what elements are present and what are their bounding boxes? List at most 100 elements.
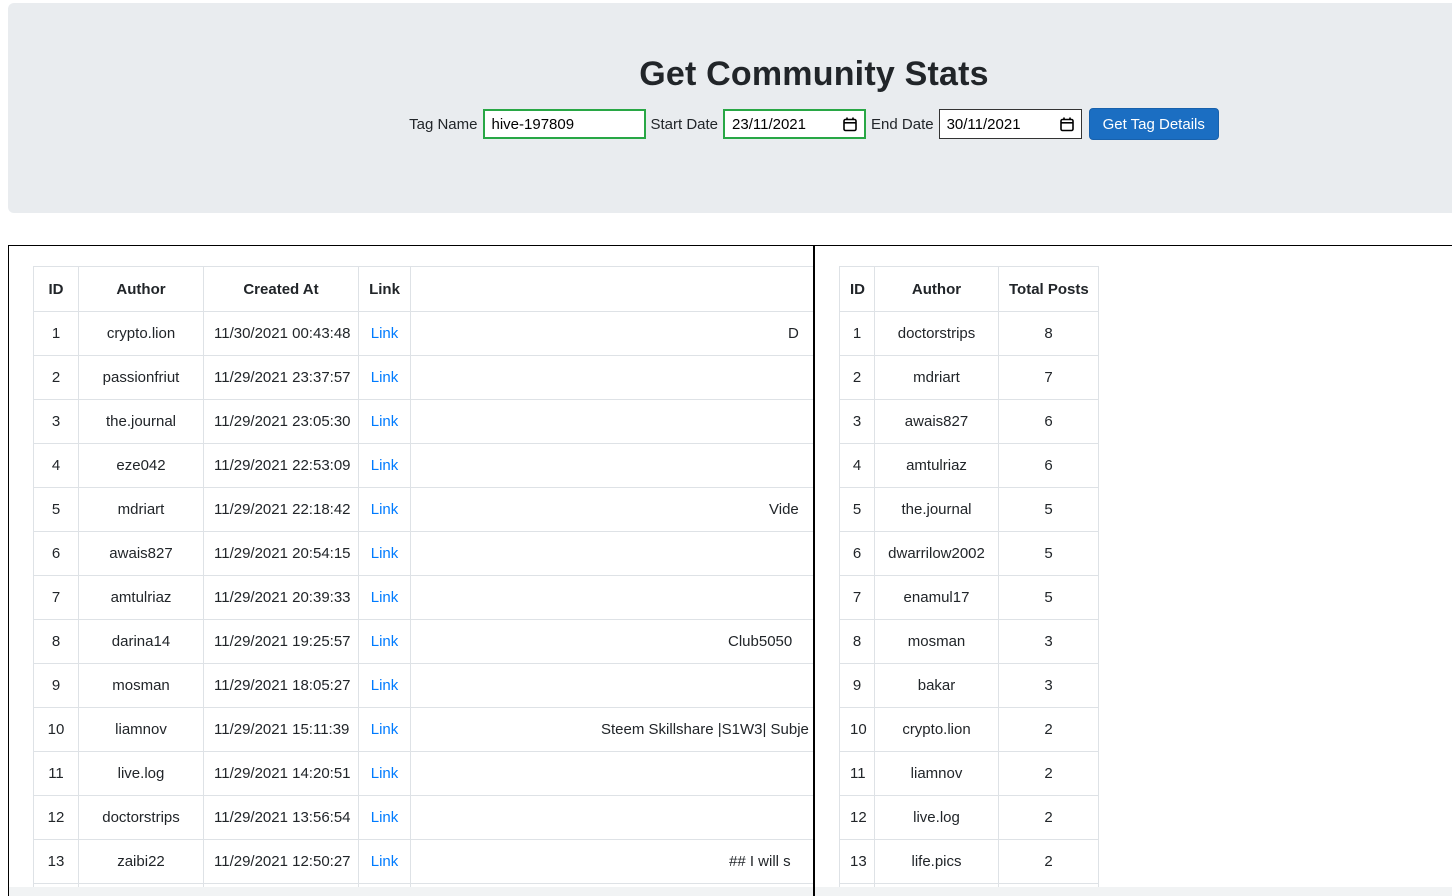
post-title-cell: D xyxy=(410,311,813,356)
post-link-cell: Link xyxy=(358,399,411,444)
author-total-posts-cell: 2 xyxy=(998,839,1099,884)
table-row: 12 doctorstrips 11/29/2021 13:56:54 Link xyxy=(33,795,813,840)
post-id-cell: 6 xyxy=(33,531,79,576)
table-row: 3 awais827 6 xyxy=(839,399,1099,444)
column-header-author: Author xyxy=(78,266,204,312)
table-row: 6 dwarrilow2002 5 xyxy=(839,531,1099,576)
table-row: 4 amtulriaz 6 xyxy=(839,443,1099,488)
post-author-cell: amtulriaz xyxy=(78,575,204,620)
post-title-cell xyxy=(410,663,813,708)
post-id-cell: 10 xyxy=(33,707,79,752)
post-link[interactable]: Link xyxy=(371,369,399,386)
post-link[interactable]: Link xyxy=(371,633,399,650)
post-author-cell: liamnov xyxy=(78,707,204,752)
post-link[interactable]: Link xyxy=(371,765,399,782)
author-name-cell: mosman xyxy=(874,619,999,664)
post-link[interactable]: Link xyxy=(371,589,399,606)
post-link[interactable]: Link xyxy=(371,413,399,430)
get-tag-details-button[interactable]: Get Tag Details xyxy=(1088,108,1219,140)
author-id-cell: 13 xyxy=(839,839,875,884)
post-link[interactable]: Link xyxy=(371,325,399,342)
post-link-cell: Link xyxy=(358,795,411,840)
author-id-cell: 12 xyxy=(839,795,875,840)
author-total-posts-cell: 5 xyxy=(998,487,1099,532)
table-row: 9 bakar 3 xyxy=(839,663,1099,708)
author-name-cell: liamnov xyxy=(874,751,999,796)
calendar-icon[interactable] xyxy=(842,116,858,132)
post-link[interactable]: Link xyxy=(371,501,399,518)
post-created-at-cell: 11/29/2021 12:50:27 xyxy=(203,839,359,884)
post-title-cell xyxy=(410,575,813,620)
author-id-cell: 1 xyxy=(839,311,875,356)
post-id-cell: 4 xyxy=(33,443,79,488)
post-link-cell: Link xyxy=(358,619,411,664)
table-row: 8 darina14 11/29/2021 19:25:57 Link Club5050 xyxy=(33,619,813,664)
table-row: 8 mosman 3 xyxy=(839,619,1099,664)
post-created-at-cell: 11/29/2021 14:20:51 xyxy=(203,751,359,796)
post-link[interactable]: Link xyxy=(371,721,399,738)
post-created-at-cell: 11/29/2021 15:11:39 xyxy=(203,707,359,752)
table-row: 11 liamnov 2 xyxy=(839,751,1099,796)
post-title-cell xyxy=(410,355,813,400)
results-area: ID Author Created At Link 1 crypto.lion 11… xyxy=(8,245,1452,896)
column-header-title xyxy=(410,266,813,312)
post-created-at-cell: 11/29/2021 22:53:09 xyxy=(203,443,359,488)
author-id-cell: 3 xyxy=(839,399,875,444)
table-row: 4 eze042 11/29/2021 22:53:09 Link xyxy=(33,443,813,488)
post-link-cell: Link xyxy=(358,707,411,752)
author-name-cell: mdriart xyxy=(874,355,999,400)
stats-form: Tag Name Start Date End Date xyxy=(8,108,1452,140)
author-id-cell: 11 xyxy=(839,751,875,796)
tag-name-label: Tag Name xyxy=(409,115,478,133)
table-row: 10 liamnov 11/29/2021 15:11:39 Link Steem Sk… xyxy=(33,707,813,752)
author-id-cell: 4 xyxy=(839,443,875,488)
author-total-posts-cell: 6 xyxy=(998,443,1099,488)
page-title: Get Community Stats xyxy=(639,55,989,93)
table-row: 2 passionfriut 11/29/2021 23:37:57 Link xyxy=(33,355,813,400)
author-id-cell: 5 xyxy=(839,487,875,532)
table-row: 5 mdriart 11/29/2021 22:18:42 Link Vide xyxy=(33,487,813,532)
post-created-at-cell: 11/30/2021 00:43:48 xyxy=(203,311,359,356)
post-title-cell: Club5050 xyxy=(410,619,813,664)
post-title-cell xyxy=(410,443,813,488)
post-title-cell: Vide xyxy=(410,487,813,532)
post-link-cell: Link xyxy=(358,487,411,532)
post-id-cell: 2 xyxy=(33,355,79,400)
post-id-cell: 11 xyxy=(33,751,79,796)
author-name-cell: doctorstrips xyxy=(874,311,999,356)
calendar-icon[interactable] xyxy=(1059,116,1075,132)
tag-name-input[interactable] xyxy=(482,109,646,139)
post-link[interactable]: Link xyxy=(371,677,399,694)
post-link[interactable]: Link xyxy=(371,457,399,474)
post-id-cell: 5 xyxy=(33,487,79,532)
table-row: 7 amtulriaz 11/29/2021 20:39:33 Link xyxy=(33,575,813,620)
start-date-input[interactable] xyxy=(732,113,833,135)
post-link[interactable]: Link xyxy=(371,809,399,826)
column-header-created-at: Created At xyxy=(203,266,359,312)
post-title-cell: Steem Skillshare |S1W3| Subje xyxy=(410,707,813,752)
post-link-cell: Link xyxy=(358,355,411,400)
author-id-cell: 7 xyxy=(839,575,875,620)
horizontal-scrollbar[interactable] xyxy=(815,887,1452,896)
post-link-cell: Link xyxy=(358,663,411,708)
author-name-cell: bakar xyxy=(874,663,999,708)
post-link[interactable]: Link xyxy=(371,545,399,562)
header-banner: Get Community Stats Tag Name Start Date … xyxy=(8,3,1452,213)
post-created-at-cell: 11/29/2021 20:39:33 xyxy=(203,575,359,620)
table-row: 13 life.pics 2 xyxy=(839,839,1099,884)
posts-table: ID Author Created At Link 1 crypto.lion 11… xyxy=(33,266,813,896)
author-total-posts-cell: 2 xyxy=(998,751,1099,796)
post-link-cell: Link xyxy=(358,575,411,620)
author-total-posts-cell: 3 xyxy=(998,663,1099,708)
horizontal-scrollbar[interactable] xyxy=(9,887,813,896)
author-id-cell: 2 xyxy=(839,355,875,400)
post-title-cell: ## I will s xyxy=(410,839,813,884)
post-author-cell: mdriart xyxy=(78,487,204,532)
post-author-cell: mosman xyxy=(78,663,204,708)
post-link-cell: Link xyxy=(358,311,411,356)
post-author-cell: passionfriut xyxy=(78,355,204,400)
authors-panel: ID Author Total Posts 1 doctorstrips 8 2 mdr… xyxy=(814,245,1452,896)
post-link[interactable]: Link xyxy=(371,853,399,870)
post-author-cell: zaibi22 xyxy=(78,839,204,884)
end-date-input[interactable] xyxy=(946,113,1047,135)
